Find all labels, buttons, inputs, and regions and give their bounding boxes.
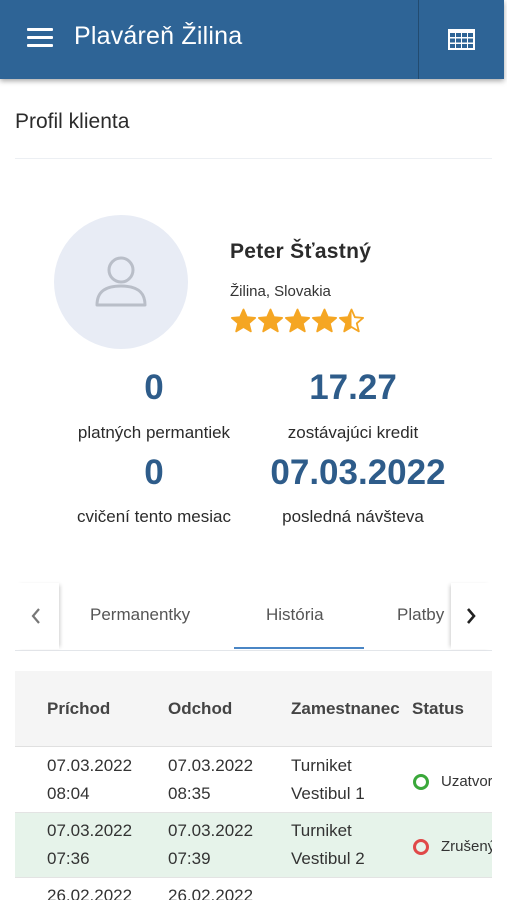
- table-header: Príchod Odchod Zamestnanec Status: [15, 671, 492, 747]
- tab-scroll-next[interactable]: [451, 583, 492, 649]
- tab-scroll-prev[interactable]: [15, 583, 59, 649]
- employee-line-1: Turniket: [291, 821, 352, 840]
- arrival-time: 07:36: [47, 849, 90, 868]
- table-row[interactable]: 07.03.2022 08:04 07.03.2022 08:35 Turnik…: [15, 748, 492, 813]
- star-full-icon: [285, 308, 310, 333]
- status-label: Zrušený: [441, 838, 492, 855]
- app-title: Plaváreň Žilina: [74, 22, 243, 50]
- tab-historia[interactable]: História: [266, 605, 324, 625]
- departure-time: 07:39: [168, 849, 211, 868]
- star-full-icon: [312, 308, 337, 333]
- calendar-grid-icon[interactable]: [448, 29, 475, 50]
- employee-line-2: Vestibul 2: [291, 849, 365, 868]
- stat-valid-passes-value: 0: [144, 368, 164, 407]
- stat-valid-passes-label: platných permantiek: [77, 423, 231, 442]
- header-divider: [15, 158, 492, 159]
- star-full-icon: [258, 308, 283, 333]
- tab-platby[interactable]: Platby: [397, 605, 444, 625]
- table-row[interactable]: 26.02.2022 26.02.2022: [15, 878, 492, 900]
- app-bar: Plaváreň Žilina: [0, 0, 504, 79]
- arrival-date: 07.03.2022: [47, 821, 133, 840]
- chevron-left-icon: [31, 608, 40, 624]
- rating-stars: [230, 308, 365, 338]
- column-header-employee[interactable]: Zamestnanec: [291, 699, 400, 719]
- tab-strip: Permanentky História Platby: [59, 583, 451, 649]
- chevron-right-icon: [467, 608, 476, 624]
- tab-active-indicator: [234, 647, 364, 649]
- departure-date: 07.03.2022: [168, 821, 254, 840]
- column-header-status[interactable]: Status: [412, 699, 464, 719]
- column-header-arrival[interactable]: Príchod: [47, 699, 110, 719]
- employee-line-2: Vestibul 1: [291, 784, 365, 803]
- column-header-departure[interactable]: Odchod: [168, 699, 232, 719]
- status-closed-icon: [413, 774, 429, 790]
- stat-workouts-value: 0: [144, 453, 164, 492]
- tab-permanentky[interactable]: Permanentky: [90, 605, 190, 625]
- departure-time: 08:35: [168, 784, 211, 803]
- hamburger-menu-icon[interactable]: [27, 28, 53, 50]
- arrival-time: 08:04: [47, 784, 90, 803]
- stat-credit-value: 17.27: [309, 368, 397, 407]
- client-location: Žilina, Slovakia: [230, 283, 331, 300]
- stat-last-visit-label: posledná návšteva: [282, 507, 424, 526]
- arrival-date: 26.02.2022: [47, 886, 133, 900]
- arrival-date: 07.03.2022: [47, 756, 133, 775]
- stat-last-visit-value: 07.03.2022: [270, 453, 446, 492]
- status-label: Uzatvorený: [441, 773, 492, 790]
- star-full-icon: [231, 308, 256, 333]
- table-row[interactable]: 07.03.2022 07:36 07.03.2022 07:39 Turnik…: [15, 813, 492, 878]
- stat-credit-label: zostávajúci kredit: [287, 423, 419, 442]
- status-cancelled-icon: [413, 839, 429, 855]
- employee-line-1: Turniket: [291, 756, 352, 775]
- tab-bar: Permanentky História Platby: [15, 583, 492, 651]
- stat-workouts-label: cvičení tento mesiac: [76, 507, 231, 526]
- user-placeholder-icon: [95, 256, 147, 307]
- history-table: Príchod Odchod Zamestnanec Status 07.03.…: [15, 671, 492, 900]
- client-name: Peter Šťastný: [230, 240, 372, 263]
- avatar: [54, 215, 188, 349]
- departure-date: 07.03.2022: [168, 756, 254, 775]
- appbar-divider: [418, 0, 419, 79]
- star-half-icon: [339, 308, 364, 333]
- page-title: Profil klienta: [15, 110, 130, 133]
- departure-date: 26.02.2022: [168, 886, 254, 900]
